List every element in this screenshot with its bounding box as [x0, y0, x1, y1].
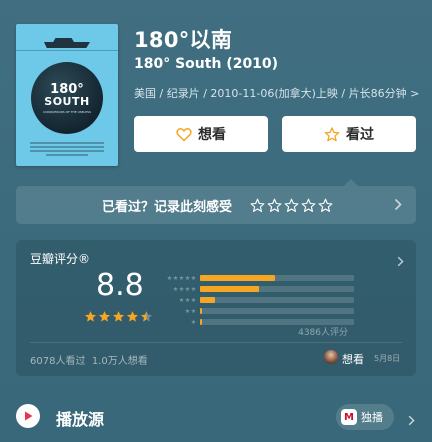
want-label: 想看: [198, 127, 226, 143]
poster-globe: 180° SOUTH CONQUERORS OF THE USELESS: [31, 62, 103, 134]
exclusive-source-chip[interactable]: M 独播: [336, 404, 394, 430]
rating-bar-4-star: [158, 284, 354, 294]
rating-bar-3-star: [158, 295, 354, 305]
rating-count: 4386人评分: [298, 328, 348, 338]
rating-bar-fill: [200, 319, 202, 325]
rate-star-input[interactable]: [250, 198, 333, 213]
rating-bar-fill: [200, 297, 216, 303]
rating-bar-fill: [200, 275, 276, 281]
rating-distribution: [158, 273, 354, 328]
mini-star-icon: [185, 286, 190, 292]
mini-stars-5: [158, 275, 200, 281]
rating-bar-2-star: [158, 306, 354, 316]
poster-ship: [44, 38, 90, 48]
score-stars: [84, 310, 153, 323]
poster-tagline: CONQUERORS OF THE USELESS: [43, 109, 91, 114]
mini-stars-4: [158, 286, 200, 292]
want-count: 1.0万人想看: [91, 356, 148, 367]
score-star-3-icon: [112, 311, 125, 322]
mini-star-icon: [173, 275, 178, 281]
rating-bar-fill: [200, 286, 259, 292]
watched-button[interactable]: 看过: [282, 116, 416, 152]
mini-star-icon: [191, 319, 196, 325]
mini-star-icon: [179, 275, 184, 281]
star-outline-icon: [324, 126, 340, 142]
mini-star-icon: [191, 297, 196, 303]
mini-stars-1: [158, 319, 200, 325]
score-star-4-icon: [126, 311, 139, 322]
rate-star-5-icon[interactable]: [318, 198, 333, 213]
mini-stars-3: [158, 297, 200, 303]
mini-star-icon: [167, 275, 172, 281]
mini-stars-2: [158, 308, 200, 314]
douban-score-card[interactable]: 豆瓣评分® 8.8 4386人评分 6078人看过 1.0万人想看 想看 5月8…: [16, 240, 416, 376]
want-to-watch-button[interactable]: 想看: [134, 116, 268, 152]
score-star-2-icon: [98, 311, 111, 322]
mini-star-icon: [191, 286, 196, 292]
poster-title-line2: SOUTH: [44, 94, 90, 108]
rate-star-2-icon[interactable]: [267, 198, 282, 213]
play-source-title: 播放源: [56, 410, 105, 429]
poster-title-line1: 180°: [50, 81, 84, 97]
mini-star-icon: [179, 297, 184, 303]
play-source-row[interactable]: 播放源 M 独播: [0, 400, 432, 434]
friend-action: 想看: [342, 353, 364, 366]
score-star-1-icon: [84, 311, 97, 322]
friend-avatar[interactable]: [324, 350, 338, 364]
mini-star-icon: [179, 286, 184, 292]
video-platform-logo-icon: M: [341, 409, 357, 425]
chevron-right-icon: [397, 252, 404, 271]
rating-bar-track: [200, 286, 354, 292]
heart-plus-icon: [176, 127, 192, 142]
seen-label: 看过: [346, 127, 374, 143]
rate-star-4-icon[interactable]: [301, 198, 316, 213]
mini-star-icon: [173, 286, 178, 292]
movie-meta-info[interactable]: 美国 / 纪录片 / 2010-11-06(加拿大)上映 / 片长86分钟 >: [134, 85, 426, 101]
rating-bar-5-star: [158, 273, 354, 283]
movie-detail-page: 180° SOUTH CONQUERORS OF THE USELESS 180…: [0, 0, 432, 442]
score-value: 8.8: [96, 268, 144, 303]
rating-bar-fill: [200, 308, 202, 314]
rate-prompt-text: 已看过？记录此刻感受: [102, 199, 233, 215]
rating-bar-track: [200, 297, 354, 303]
chevron-right-icon: [408, 411, 415, 430]
rating-bar-track: [200, 275, 354, 281]
score-star-5-icon: [140, 311, 153, 322]
mini-star-icon: [185, 308, 190, 314]
rate-star-1-icon[interactable]: [250, 198, 265, 213]
play-icon: [16, 404, 40, 428]
source-label: 独播: [361, 411, 383, 424]
seen-count: 6078人看过: [30, 356, 86, 367]
rating-bar-track: [200, 308, 354, 314]
movie-original-title: 180° South (2010): [134, 56, 279, 72]
watch-counts: 6078人看过 1.0万人想看: [30, 352, 148, 367]
movie-title: 180°以南: [134, 28, 233, 52]
mini-star-icon: [185, 297, 190, 303]
rate-prompt-bar[interactable]: 已看过？记录此刻感受: [16, 179, 416, 224]
score-label: 豆瓣评分®: [30, 252, 91, 266]
mini-star-icon: [191, 275, 196, 281]
movie-poster[interactable]: 180° SOUTH CONQUERORS OF THE USELESS: [16, 24, 118, 166]
mini-star-icon: [191, 308, 196, 314]
friend-date: 5月8日: [374, 354, 401, 363]
chevron-right-icon: [394, 196, 402, 215]
rate-star-3-icon[interactable]: [284, 198, 299, 213]
mini-star-icon: [185, 275, 190, 281]
